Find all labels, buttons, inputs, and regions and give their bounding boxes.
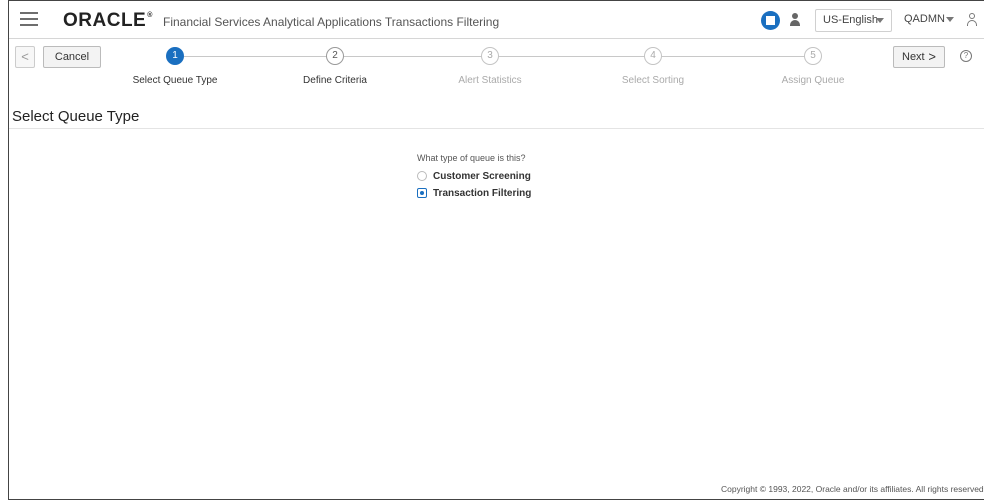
- language-select[interactable]: US-English: [815, 9, 892, 32]
- divider: [9, 128, 984, 129]
- logo-mark: ®: [147, 12, 153, 19]
- train-label-1[interactable]: Select Queue Type: [115, 75, 235, 86]
- train-label-4: Select Sorting: [621, 75, 685, 86]
- chevron-down-icon: [876, 18, 884, 23]
- next-button[interactable]: Next >: [893, 46, 945, 68]
- copyright-text: Copyright © 1993, 2022, Oracle and/or it…: [721, 484, 984, 494]
- train-connector: [499, 56, 645, 57]
- app-header: ORACLE® Financial Services Analytical Ap…: [9, 1, 984, 39]
- train-connector: [184, 56, 327, 57]
- train-connector: [344, 56, 482, 57]
- train-label-2[interactable]: Define Criteria: [275, 75, 395, 86]
- train-stop-1[interactable]: 1: [166, 47, 184, 65]
- logo-text: ORACLE: [63, 10, 147, 31]
- train-label-5: Assign Queue: [781, 75, 845, 86]
- radio-button-selected[interactable]: [417, 188, 427, 198]
- profile-icon[interactable]: [966, 13, 978, 27]
- train-connector: [662, 56, 805, 57]
- next-label: Next: [902, 51, 925, 63]
- train-stop-3: 3: [481, 47, 499, 65]
- train-stop-2[interactable]: 2: [326, 47, 344, 65]
- help-icon[interactable]: ?: [960, 50, 972, 62]
- back-button[interactable]: <: [15, 46, 35, 68]
- wizard-train: < Cancel 1 2 3 4 5 Select Queue Type Def…: [9, 40, 984, 98]
- app-title: Financial Services Analytical Applicatio…: [163, 15, 500, 29]
- train-stop-4: 4: [644, 47, 662, 65]
- radio-button[interactable]: [417, 171, 427, 181]
- chevron-down-icon: [946, 17, 954, 22]
- hamburger-menu-icon[interactable]: [20, 12, 38, 26]
- queue-type-question: What type of queue is this?: [417, 153, 526, 163]
- language-value: US-English: [823, 14, 879, 26]
- chevron-right-icon: >: [928, 49, 936, 64]
- accessibility-icon[interactable]: [789, 13, 801, 27]
- train-stop-5: 5: [804, 47, 822, 65]
- user-name: QADMN: [904, 13, 945, 25]
- apps-grid-icon[interactable]: [761, 11, 780, 30]
- app-frame: ORACLE® Financial Services Analytical Ap…: [8, 0, 984, 500]
- train-label-3: Alert Statistics: [458, 75, 522, 86]
- oracle-logo: ORACLE®: [63, 10, 153, 32]
- option-label: Customer Screening: [433, 171, 531, 182]
- cancel-button[interactable]: Cancel: [43, 46, 101, 68]
- option-label: Transaction Filtering: [433, 188, 532, 199]
- user-menu[interactable]: QADMN: [904, 13, 954, 25]
- page-title: Select Queue Type: [12, 108, 140, 125]
